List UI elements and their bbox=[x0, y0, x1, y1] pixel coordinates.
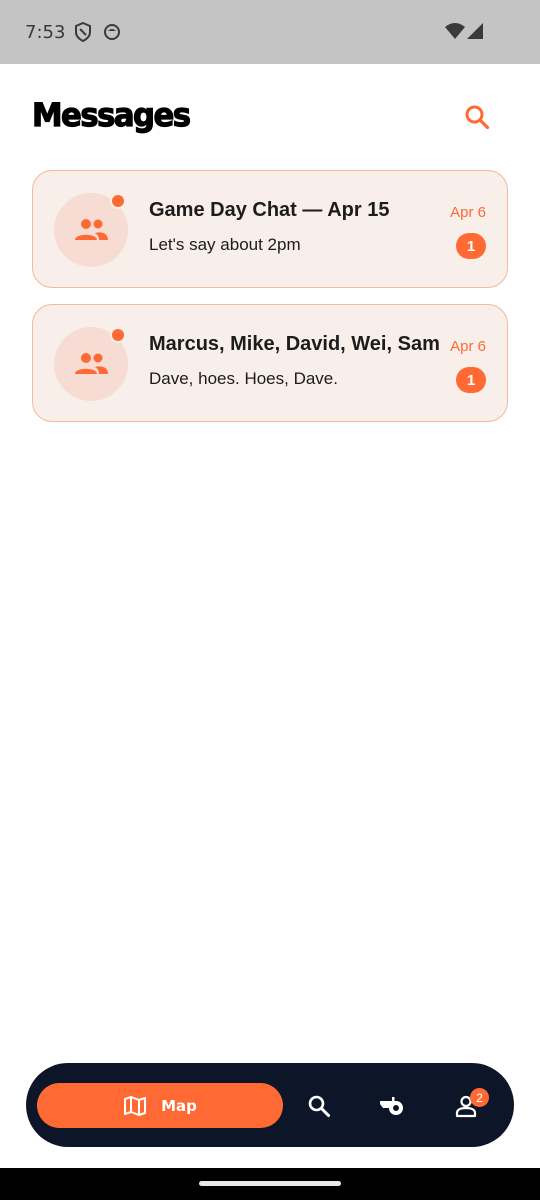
conversation-card[interactable]: Game Day Chat — Apr 15 Let's say about 2… bbox=[32, 170, 508, 288]
status-time: 7:53 bbox=[25, 22, 66, 43]
search-button[interactable] bbox=[460, 100, 494, 134]
nav-map-label: Map bbox=[161, 1096, 197, 1115]
unread-count-badge: 1 bbox=[456, 367, 486, 393]
page-title: Messages bbox=[31, 95, 191, 134]
search-icon bbox=[308, 1095, 330, 1117]
unread-indicator bbox=[110, 327, 126, 343]
conversation-title: Game Day Chat — Apr 15 bbox=[149, 199, 390, 221]
nav-map-button[interactable]: Map bbox=[37, 1083, 283, 1128]
nav-whistle-button[interactable] bbox=[375, 1089, 409, 1123]
unread-indicator bbox=[110, 193, 126, 209]
conversation-title: Marcus, Mike, David, Wei, Sam bbox=[149, 333, 440, 355]
home-gesture-handle[interactable] bbox=[199, 1181, 341, 1186]
conversation-date: Apr 6 bbox=[450, 338, 486, 355]
group-icon bbox=[75, 353, 108, 374]
conversation-preview: Let's say about 2pm bbox=[149, 235, 301, 254]
search-icon bbox=[465, 105, 490, 130]
profile-notification-badge: 2 bbox=[470, 1088, 489, 1107]
group-icon bbox=[75, 219, 108, 240]
conversation-card[interactable]: Marcus, Mike, David, Wei, Sam Dave, hoes… bbox=[32, 304, 508, 422]
system-navigation-bar bbox=[0, 1168, 540, 1200]
conversation-date: Apr 6 bbox=[450, 204, 486, 221]
wifi-icon bbox=[444, 22, 466, 45]
map-icon bbox=[124, 1095, 147, 1116]
conversation-preview: Dave, hoes. Hoes, Dave. bbox=[149, 369, 338, 388]
whistle-icon bbox=[380, 1097, 403, 1115]
app-notification-icon bbox=[103, 22, 121, 47]
nav-search-button[interactable] bbox=[302, 1089, 336, 1123]
cellular-signal-icon bbox=[466, 22, 484, 45]
status-bar: 7:53 bbox=[0, 0, 540, 64]
unread-count-badge: 1 bbox=[456, 233, 486, 259]
shield-icon bbox=[74, 21, 92, 47]
bottom-navigation: Map bbox=[26, 1063, 514, 1147]
